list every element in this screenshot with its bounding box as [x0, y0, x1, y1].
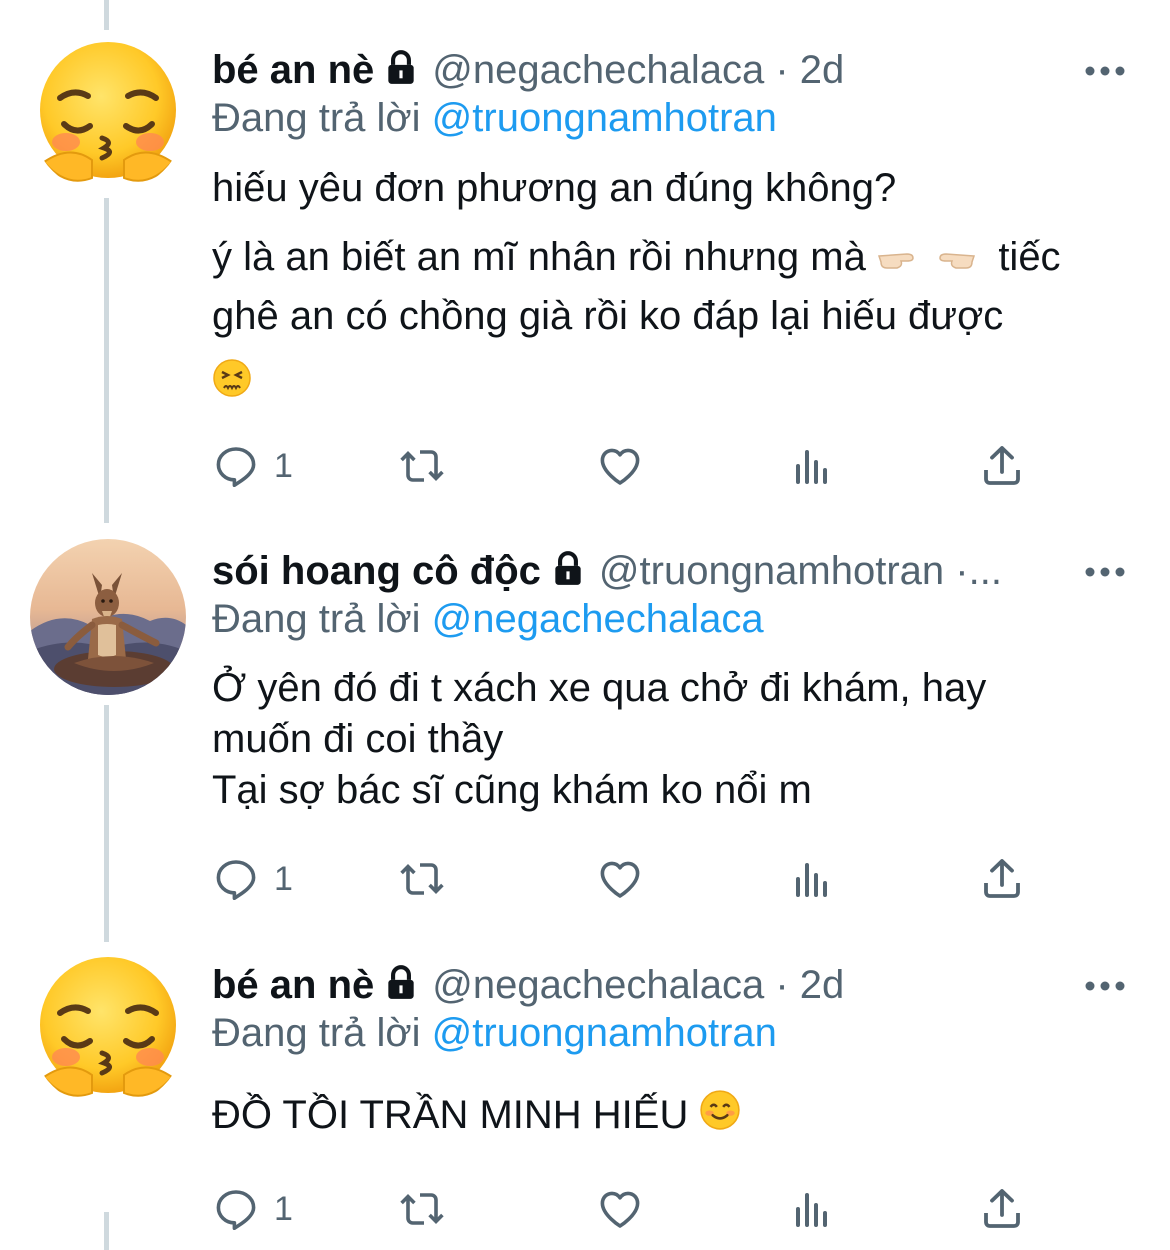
views-button[interactable]	[788, 851, 836, 907]
replying-to: Đang trả lời @truongnamhotran	[212, 92, 777, 144]
like-button[interactable]	[596, 851, 644, 907]
reply-button[interactable]: 1	[212, 851, 293, 907]
heart-icon	[600, 448, 640, 485]
persevering-face-emoji-icon	[212, 358, 252, 411]
retweet-icon	[400, 1193, 444, 1225]
share-button[interactable]	[978, 851, 1026, 907]
tweet-text-line: ghê an có chồng già rồi ko đáp lại hiếu …	[212, 294, 1004, 339]
retweet-icon	[400, 863, 444, 895]
author-name[interactable]: bé an nè	[212, 48, 374, 92]
tweet-actions: 1	[212, 438, 1042, 494]
reply-button[interactable]: 1	[212, 438, 293, 494]
tweet-text-line: muốn đi coi thầy	[212, 717, 504, 761]
author-name[interactable]: sói hoang cô độc	[212, 549, 541, 593]
pointing-left-emoji-icon	[932, 230, 976, 288]
reply-count: 1	[274, 446, 293, 485]
wolf-meditating-avatar	[30, 539, 186, 695]
reply-icon	[216, 860, 256, 900]
tweet-header: bé an nè @negachechalaca · 2d	[212, 44, 1060, 96]
reply-icon	[216, 447, 256, 487]
mention-link[interactable]: @truongnamhotran	[432, 96, 777, 140]
reply-icon	[216, 1190, 256, 1230]
tweet-text-line: hiếu yêu đơn phương an đúng không?	[212, 166, 897, 210]
more-options-icon[interactable]	[1084, 50, 1126, 80]
pensive-face-emoji-icon	[40, 42, 176, 182]
heart-icon	[600, 1191, 640, 1228]
replying-to: Đang trả lời @truongnamhotran	[212, 1007, 777, 1059]
mention-link[interactable]: @negachechalaca	[432, 597, 764, 641]
views-button[interactable]	[788, 438, 836, 494]
tweet-text-line: ĐỒ TỒI TRẦN MINH HIẾU	[212, 1087, 1134, 1146]
tweet-header: sói hoang cô độc @truongnamhotran ·...	[212, 545, 1060, 597]
thread-line	[104, 0, 109, 30]
share-icon	[984, 446, 1020, 485]
pointing-right-emoji-icon	[877, 230, 921, 288]
tweet-text: ĐỒ TỒI TRẦN MINH HIẾU	[212, 1087, 1134, 1146]
author-name[interactable]: bé an nè	[212, 963, 374, 1007]
tweet-text: Ở yên đó đi t xách xe qua chở đi khám, h…	[212, 663, 1134, 816]
tweet[interactable]: bé an nè @negachechalaca · 2d Đang trả lờ…	[0, 42, 1170, 514]
lock-icon	[382, 963, 420, 1011]
replying-prefix: Đang trả lời	[212, 96, 421, 140]
share-icon	[984, 1189, 1020, 1228]
replying-prefix: Đang trả lời	[212, 597, 421, 641]
analytics-icon	[796, 450, 827, 484]
tweet-actions: 1	[212, 851, 1042, 907]
reply-button[interactable]: 1	[212, 1181, 293, 1237]
avatar[interactable]	[30, 539, 186, 695]
share-icon	[984, 859, 1020, 898]
tweet-text-line: ý là an biết an mĩ nhân rồi nhưng mà	[212, 235, 866, 279]
smiling-face-emoji-icon	[699, 1089, 741, 1146]
retweet-button[interactable]	[398, 438, 446, 494]
handle-and-time[interactable]: @negachechalaca · 2d	[432, 48, 844, 92]
replying-to: Đang trả lời @negachechalaca	[212, 593, 764, 645]
heart-icon	[600, 861, 640, 898]
retweet-button[interactable]	[398, 1181, 446, 1237]
reply-count: 1	[274, 859, 293, 898]
share-button[interactable]	[978, 438, 1026, 494]
tweet-text-line: ĐỒ TỒI TRẦN MINH HIẾU	[212, 1093, 689, 1137]
retweet-icon	[400, 450, 444, 482]
tweet[interactable]: sói hoang cô độc @truongnamhotran ·... Đa…	[0, 539, 1170, 925]
like-button[interactable]	[596, 438, 644, 494]
mention-link[interactable]: @truongnamhotran	[432, 1011, 777, 1055]
tweet-text-line: ý là an biết an mĩ nhân rồi nhưng mà tiế…	[212, 228, 1134, 288]
tweet-header: bé an nè @negachechalaca · 2d	[212, 959, 1060, 1011]
reply-count: 1	[274, 1189, 293, 1228]
retweet-button[interactable]	[398, 851, 446, 907]
handle-and-time[interactable]: @negachechalaca · 2d	[432, 963, 844, 1007]
pensive-face-emoji-icon	[40, 957, 176, 1097]
handle-and-time[interactable]: @truongnamhotran ·...	[599, 549, 1002, 593]
share-button[interactable]	[978, 1181, 1026, 1237]
avatar[interactable]	[30, 953, 186, 1109]
tweet-text-line: tiếc	[998, 235, 1061, 279]
like-button[interactable]	[596, 1181, 644, 1237]
avatar[interactable]	[30, 38, 186, 194]
lock-icon	[549, 549, 587, 597]
tweet[interactable]: bé an nè @negachechalaca · 2d Đang trả lờ…	[0, 957, 1170, 1250]
tweet-text-line: Ở yên đó đi t xách xe qua chở đi khám, h…	[212, 666, 987, 710]
analytics-icon	[796, 863, 827, 897]
more-options-icon[interactable]	[1084, 551, 1126, 581]
tweet-text-line: Tại sợ bác sĩ cũng khám ko nổi m	[212, 768, 812, 812]
replying-prefix: Đang trả lời	[212, 1011, 421, 1055]
analytics-icon	[796, 1193, 827, 1227]
views-button[interactable]	[788, 1181, 836, 1237]
lock-icon	[382, 48, 420, 96]
tweet-actions: 1	[212, 1181, 1042, 1237]
tweet-emoji-line	[212, 356, 1134, 411]
more-options-icon[interactable]	[1084, 965, 1126, 995]
tweet-text: hiếu yêu đơn phương an đúng không? ý là …	[212, 162, 1134, 411]
